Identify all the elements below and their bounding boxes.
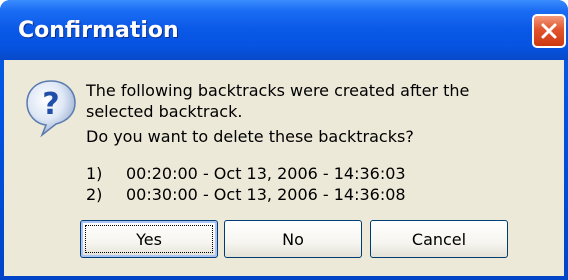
no-button-label: No [282,229,304,249]
svg-text:?: ? [42,87,59,122]
question-text: Do you want to delete these backtracks? [86,127,414,146]
list-item-number: 1) [86,164,103,183]
cancel-button[interactable]: Cancel [370,220,508,258]
message-line-2: selected backtrack. [86,102,243,121]
list-item: 1) 00:20:00 - Oct 13, 2006 - 14:36:03 [86,163,406,184]
question-icon: ? [26,80,76,138]
list-item-text: 00:30:00 - Oct 13, 2006 - 14:36:08 [126,185,406,204]
dialog-body: ? The following backtracks were created … [4,60,564,276]
message-line-1: The following backtracks were created af… [86,81,470,100]
list-item-number: 2) [86,185,103,204]
no-button[interactable]: No [224,220,362,258]
confirmation-dialog: Confirmation ? The following backtracks … [0,0,568,280]
message-text: The following backtracks were created af… [86,80,469,147]
dialog-title: Confirmation [18,18,179,43]
cancel-button-label: Cancel [411,229,467,249]
close-button[interactable] [532,14,566,48]
list-item: 2) 00:30:00 - Oct 13, 2006 - 14:36:08 [86,184,406,205]
close-x-icon [541,23,557,39]
list-item-text: 00:20:00 - Oct 13, 2006 - 14:36:03 [126,164,406,183]
backtrack-list: 1) 00:20:00 - Oct 13, 2006 - 14:36:03 2)… [86,163,406,205]
focus-rectangle [85,225,213,253]
title-bar[interactable]: Confirmation [0,0,568,60]
yes-button[interactable]: Yes [80,220,218,258]
